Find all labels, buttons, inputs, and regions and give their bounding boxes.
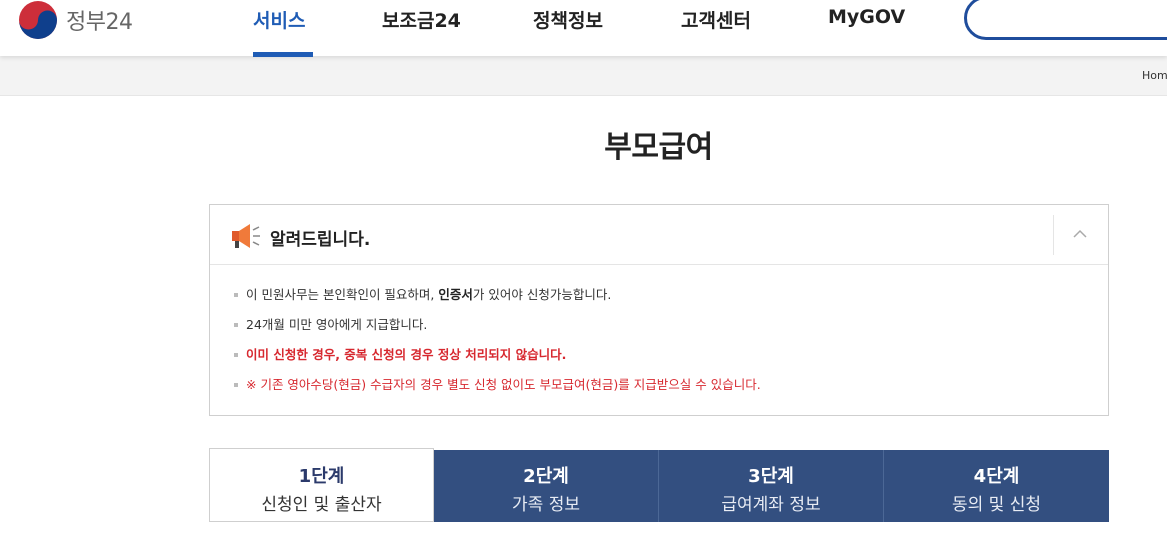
- nav-item-mygov[interactable]: MyGOV: [828, 6, 905, 28]
- step-3: 3단계 급여계좌 정보: [659, 450, 884, 522]
- nav-item-service[interactable]: 서비스: [253, 6, 305, 33]
- notice-title: 알려드립니다.: [270, 230, 371, 250]
- chevron-up-icon: [1073, 229, 1087, 238]
- notice-item: 이 민원사무는 본인확인이 필요하며, 인증서가 있어야 신청가능합니다.: [234, 285, 761, 315]
- notice-box: 알려드립니다. 이 민원사무는 본인확인이 필요하며, 인증서가 있어야 신청가…: [209, 204, 1109, 416]
- step-number: 2단계: [523, 466, 569, 487]
- notice-divider: [1053, 215, 1054, 255]
- logo-link[interactable]: 정부24: [18, 0, 133, 40]
- step-number: 4단계: [973, 466, 1020, 487]
- notice-header: 알려드립니다.: [210, 205, 1108, 265]
- step-label: 가족 정보: [512, 495, 580, 515]
- page-title: 부모급여: [604, 130, 713, 165]
- notice-list: 이 민원사무는 본인확인이 필요하며, 인증서가 있어야 신청가능합니다. 24…: [234, 285, 761, 405]
- site-header: 정부24 서비스 보조금24 정책정보 고객센터 MyGOV: [0, 0, 1167, 57]
- certificate-emphasis: 인증서: [438, 287, 473, 302]
- active-nav-indicator: [253, 52, 313, 57]
- step-1: 1단계 신청인 및 출산자: [209, 448, 434, 522]
- step-indicator: 1단계 신청인 및 출산자 2단계 가족 정보 3단계 급여계좌 정보 4단계 …: [209, 448, 1109, 522]
- step-number: 1단계: [298, 466, 345, 487]
- nav-item-subsidy24[interactable]: 보조금24: [382, 6, 461, 33]
- step-2: 2단계 가족 정보: [434, 450, 659, 522]
- step-4: 4단계 동의 및 신청: [884, 450, 1109, 522]
- step-number: 3단계: [748, 466, 794, 487]
- taegeuk-emblem-icon: [19, 1, 57, 40]
- megaphone-icon: [232, 224, 260, 248]
- step-label: 동의 및 신청: [951, 495, 1041, 515]
- nav-item-customer-center[interactable]: 고객센터: [681, 6, 751, 33]
- collapse-button[interactable]: [1058, 215, 1104, 255]
- nav-item-policy-info[interactable]: 정책정보: [533, 6, 603, 33]
- logo-text: 정부24: [66, 10, 133, 35]
- search-input[interactable]: [964, 0, 1167, 40]
- breadcrumb: Hom: [0, 56, 1167, 96]
- step-label: 급여계좌 정보: [721, 495, 821, 515]
- step-label: 신청인 및 출산자: [261, 495, 382, 515]
- notice-item-warning: 이미 신청한 경우, 중복 신청의 경우 정상 처리되지 않습니다.: [234, 345, 761, 375]
- notice-item: 24개월 미만 영아에게 지급합니다.: [234, 315, 761, 345]
- breadcrumb-home-link[interactable]: Hom: [1142, 69, 1167, 82]
- notice-item-note: ※ 기존 영아수당(현금) 수급자의 경우 별도 신청 없이도 부모급여(현금)…: [234, 375, 761, 405]
